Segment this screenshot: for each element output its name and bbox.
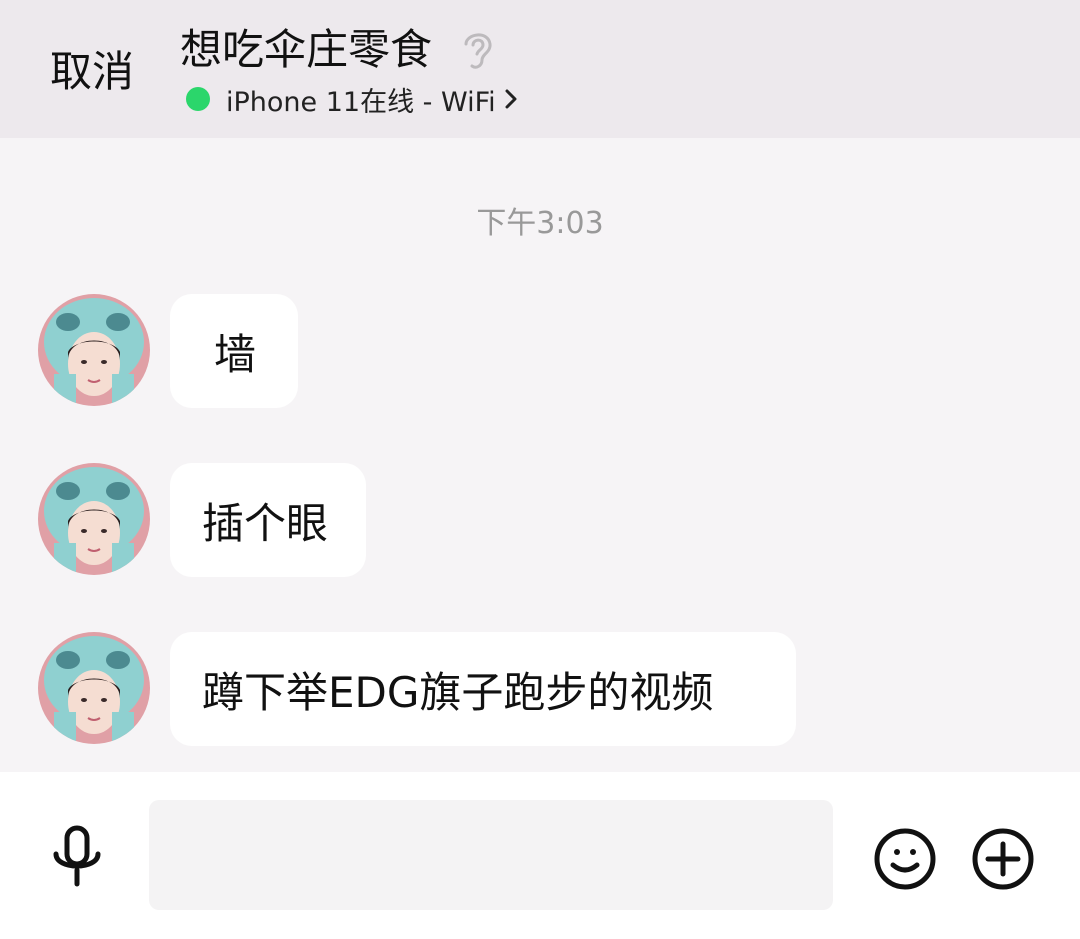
microphone-icon[interactable] <box>48 824 106 890</box>
device-status[interactable]: iPhone 11在线 - WiFi <box>186 80 518 118</box>
chevron-right-icon <box>505 89 517 109</box>
avatar[interactable] <box>38 463 150 575</box>
message-bubble[interactable]: 墙 <box>170 294 298 408</box>
chat-title: 想吃伞庄零食 <box>180 25 433 74</box>
message-input[interactable] <box>149 800 833 910</box>
message-row: 墙 <box>0 294 1080 408</box>
cancel-button[interactable]: 取消 <box>50 44 134 100</box>
chat-header: 取消 想吃伞庄零食 iPhone 11在线 - WiFi <box>0 0 1080 138</box>
message-row: 插个眼 <box>0 463 1080 577</box>
composer-bar <box>0 772 1080 939</box>
message-row: 蹲下举EDG旗子跑步的视频 <box>0 632 1080 746</box>
smiley-icon[interactable] <box>873 827 937 891</box>
avatar[interactable] <box>38 632 150 744</box>
avatar[interactable] <box>38 294 150 406</box>
message-bubble[interactable]: 插个眼 <box>170 463 366 577</box>
message-timestamp: 下午3:03 <box>476 206 604 241</box>
message-list[interactable]: 下午3:03 墙 插个眼 蹲下举EDG旗子跑步的视频 <box>0 138 1080 772</box>
device-status-text: iPhone 11在线 - WiFi <box>226 86 496 118</box>
online-dot-icon <box>186 87 210 111</box>
ear-icon[interactable] <box>458 28 496 72</box>
message-bubble[interactable]: 蹲下举EDG旗子跑步的视频 <box>170 632 796 746</box>
plus-circle-icon[interactable] <box>971 827 1035 891</box>
